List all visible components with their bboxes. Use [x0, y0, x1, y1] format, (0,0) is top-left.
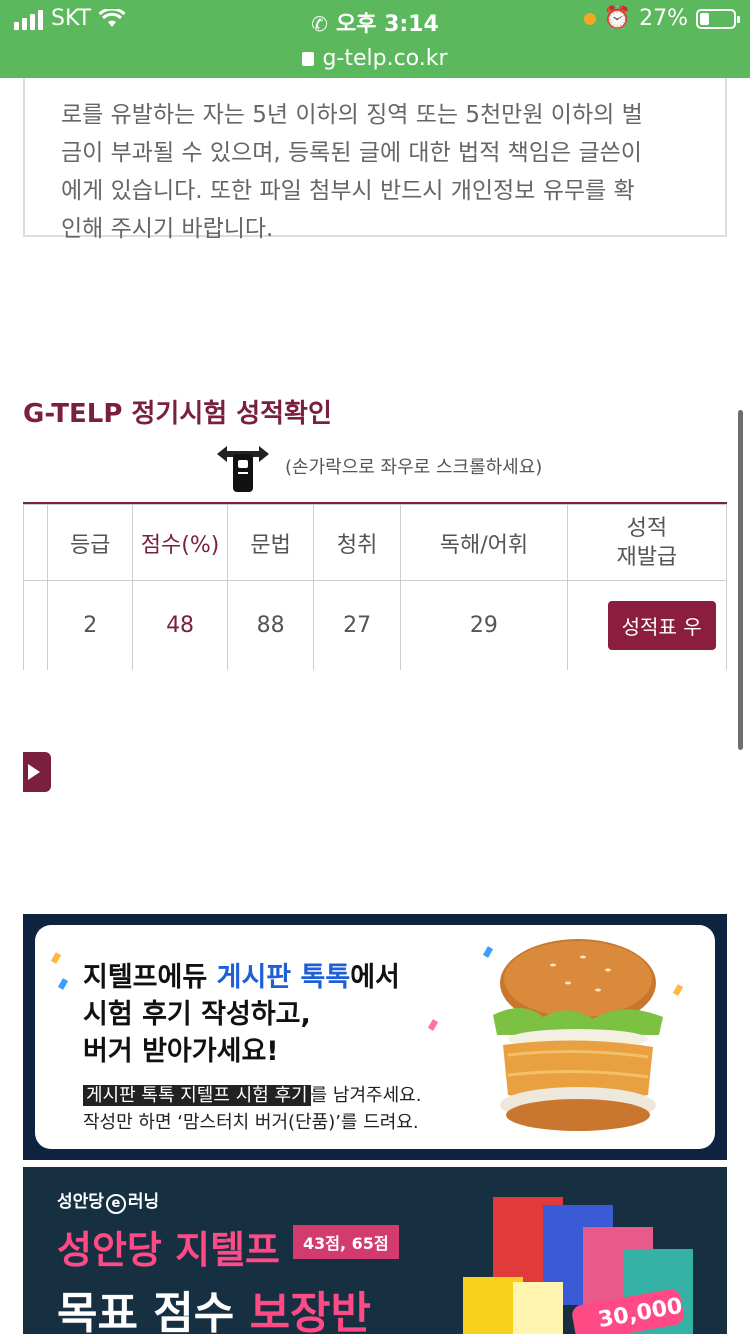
table-header-row: 등급 점수(%) 문법 청취 독해/어휘 성적 재발급: [23, 504, 727, 581]
swipe-hint: (손가락으로 좌우로 스크롤하세요): [215, 440, 542, 492]
course-promo-banner[interactable]: 성안당 e 러닝 성안당 지텔프 43점, 65점 목표 점수 보장반 30,000: [23, 1167, 727, 1334]
battery-icon: [696, 8, 740, 29]
confetti-icon: [57, 978, 69, 990]
swipe-hint-text: (손가락으로 좌우로 스크롤하세요): [285, 457, 543, 478]
cell-score: 48: [131, 580, 229, 670]
notice-text: 로를 유발하는 자는 5년 이하의 징역 또는 5천만원 이하의 벌 금이 부과…: [61, 102, 643, 242]
status-bar: SKT ✆ 오후 3:14 ⏰ 27%: [0, 0, 750, 40]
table-header-grammar: 문법: [227, 504, 315, 581]
page: 로를 유발하는 자는 5년 이하의 징역 또는 5천만원 이하의 벌 금이 부과…: [0, 0, 750, 1334]
phone-icon: ✆: [311, 12, 328, 36]
table-cell: [23, 580, 49, 670]
lock-icon: [302, 52, 315, 66]
cell-listening: 27: [313, 580, 402, 670]
banner-headline-2: 시험 후기 작성하고,: [83, 999, 311, 1030]
banner-headline-1: 지텔프에듀 게시판 톡톡에서: [83, 962, 400, 993]
review-event-card: 지텔프에듀 게시판 톡톡에서 시험 후기 작성하고, 버거 받아가세요! 게시판…: [35, 925, 715, 1149]
table-header-listening: 청취: [313, 504, 402, 581]
table-header-grade: 등급: [47, 504, 133, 581]
table-row: 2 48 88 27 29 성적표 우: [23, 580, 727, 670]
books-image: 30,000: [463, 1197, 693, 1334]
url-bar[interactable]: g-telp.co.kr: [0, 40, 750, 78]
table-header-reissue: 성적 재발급: [566, 504, 727, 581]
battery-percent: 27%: [639, 6, 688, 31]
confetti-icon: [672, 984, 684, 996]
banner-subtext-1: 게시판 톡톡 지텔프 시험 후기 를 남겨주세요.: [83, 1081, 421, 1107]
table-header-score: 점수(%): [131, 504, 229, 581]
reissue-score-button[interactable]: 성적표 우: [607, 601, 716, 650]
section-title: G-TELP 정기시험 성적확인: [23, 399, 332, 429]
notice-box: 로를 유발하는 자는 5년 이하의 징역 또는 5천만원 이하의 벌 금이 부과…: [23, 62, 727, 242]
burger-image: [493, 939, 663, 1131]
banner-headline-3: 버거 받아가세요!: [83, 1036, 279, 1067]
cell-grammar: 88: [227, 580, 315, 670]
url-text: g-telp.co.kr: [322, 46, 448, 71]
table-header-cell: [23, 504, 49, 581]
brand-logo: 성안당 e 러닝: [57, 1192, 160, 1214]
promo-title: 성안당 지텔프: [57, 1228, 280, 1272]
confetti-icon: [427, 1019, 439, 1031]
cell-grade: 2: [47, 580, 133, 670]
banner-subtext-2: 작성만 하면 ‘맘스터치 버거(단품)’를 드려요.: [83, 1112, 419, 1133]
table-header-reading: 독해/어휘: [400, 504, 568, 581]
cell-reissue: 성적표 우: [566, 580, 727, 670]
recording-dot-icon: [583, 12, 596, 25]
review-event-banner[interactable]: 지텔프에듀 게시판 톡톡에서 시험 후기 작성하고, 버거 받아가세요! 게시판…: [23, 914, 727, 1160]
cell-reading: 29: [400, 580, 568, 670]
promo-subtitle: 목표 점수 보장반: [57, 1288, 372, 1334]
swipe-finger-icon: [217, 446, 269, 492]
play-arrow-button[interactable]: [23, 752, 51, 792]
promo-badge: 43점, 65점: [293, 1225, 399, 1259]
score-table[interactable]: 등급 점수(%) 문법 청취 독해/어휘 성적 재발급 2 48 88 27 2…: [23, 502, 727, 670]
alarm-icon: ⏰: [603, 6, 632, 31]
scrollbar[interactable]: [738, 410, 743, 750]
clock: 오후 3:14: [335, 12, 439, 37]
confetti-icon: [50, 952, 62, 964]
